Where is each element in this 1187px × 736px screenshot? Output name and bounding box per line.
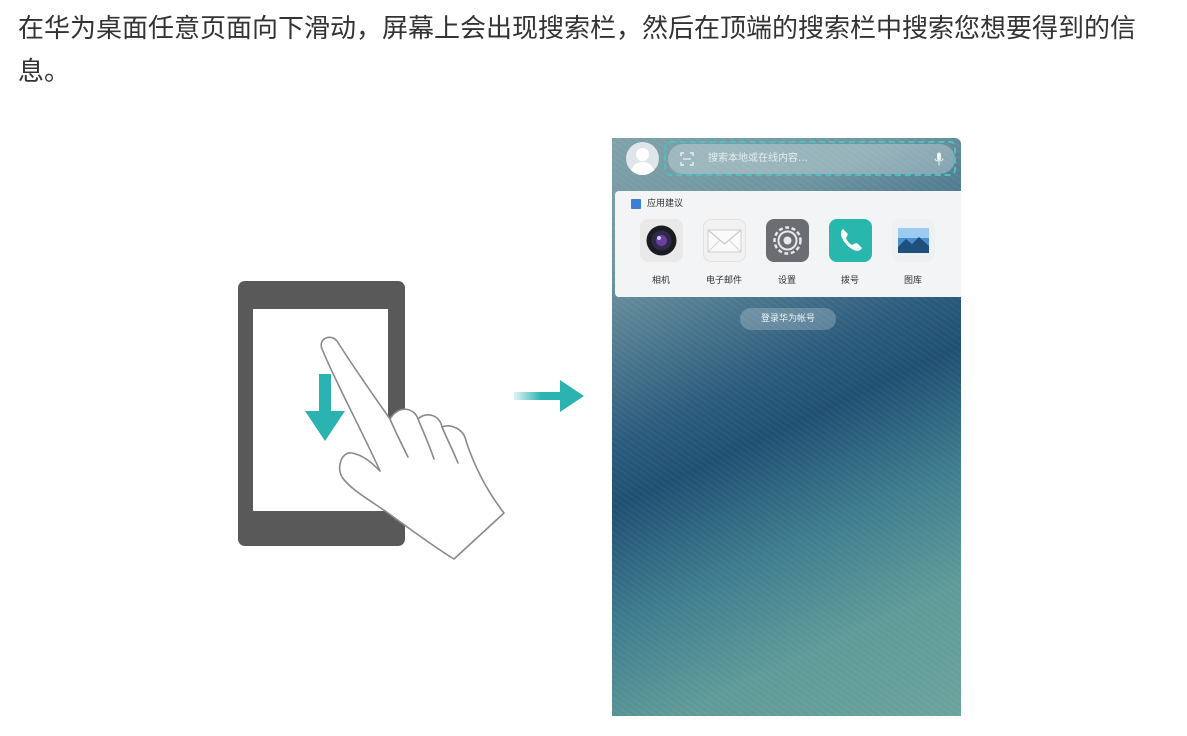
phone-screen: 搜索本地或在线内容… 应用建议 相机 电子邮件 设置 拨号 图库 登录华为帐号 <box>612 138 961 716</box>
email-icon <box>703 219 746 262</box>
swipe-down-gesture <box>305 336 505 560</box>
intro-paragraph: 在华为桌面任意页面向下滑动，屏幕上会出现搜索栏，然后在顶端的搜索栏中搜索您想要得… <box>18 14 1137 87</box>
login-huawei-id-button[interactable]: 登录华为帐号 <box>740 308 836 330</box>
app-label: 设置 <box>777 276 796 286</box>
transition-arrow-icon <box>514 380 584 412</box>
app-dialer[interactable]: 拨号 <box>820 219 880 293</box>
search-row: 搜索本地或在线内容… <box>612 138 961 184</box>
avatar-icon[interactable] <box>626 142 659 175</box>
app-label: 相机 <box>651 276 670 286</box>
app-camera[interactable]: 相机 <box>631 219 691 293</box>
app-label: 图库 <box>903 276 922 286</box>
app-suggestions-title: 应用建议 <box>647 199 684 209</box>
camera-icon <box>640 219 683 262</box>
app-label: 电子邮件 <box>705 276 742 286</box>
phone-icon <box>829 219 872 262</box>
app-email[interactable]: 电子邮件 <box>694 219 754 293</box>
app-settings[interactable]: 设置 <box>757 219 817 293</box>
app-label: 拨号 <box>840 276 859 286</box>
search-highlight-frame <box>664 141 956 176</box>
app-gallery[interactable]: 图库 <box>883 219 943 293</box>
settings-icon <box>766 219 809 262</box>
suggestions-icon <box>631 199 641 209</box>
hand-icon <box>320 336 505 560</box>
app-suggestions-card: 应用建议 相机 电子邮件 设置 拨号 图库 <box>615 191 961 297</box>
gallery-icon <box>892 219 935 262</box>
